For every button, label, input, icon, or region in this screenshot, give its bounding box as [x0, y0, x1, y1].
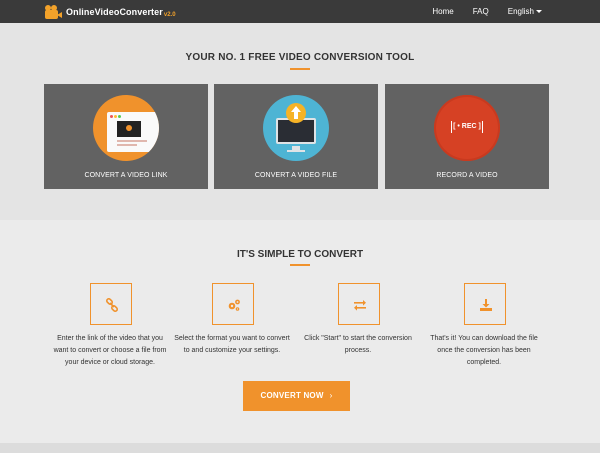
logo-version: v2.0 [163, 12, 176, 18]
logo-text: OnlineVideoConverter [66, 7, 163, 17]
convert-file-card[interactable]: Convert a video file [214, 84, 378, 189]
site-logo[interactable]: OnlineVideoConverter v2.0 [44, 3, 176, 21]
camera-icon [44, 4, 62, 20]
link-icon [90, 283, 132, 325]
monitor-upload-icon [263, 95, 329, 161]
nav-home[interactable]: Home [432, 7, 453, 16]
step-text: Enter the link of the video that you wan… [53, 335, 167, 366]
language-dropdown[interactable]: English [508, 7, 542, 16]
step-text: That's it! You can download the file onc… [430, 335, 538, 366]
main-nav: Home FAQ English [413, 0, 542, 23]
language-label: English [507, 7, 534, 16]
step-text: Click "Start" to start the conversion pr… [304, 335, 412, 354]
gears-icon [212, 283, 254, 325]
browser-video-icon [93, 95, 159, 161]
hero-section: YOUR NO. 1 FREE VIDEO CONVERSION TOOL Co… [0, 23, 600, 220]
steps-underline [290, 264, 310, 266]
hero-title: YOUR NO. 1 FREE VIDEO CONVERSION TOOL [185, 52, 415, 63]
footer-strip [0, 443, 600, 453]
title-underline [290, 68, 310, 70]
top-navbar: OnlineVideoConverter v2.0 Home FAQ Engli… [0, 0, 600, 23]
card-label: Record a video [436, 172, 498, 179]
swap-arrows-icon [338, 283, 380, 325]
convert-now-button[interactable]: CONVERT NOW › [243, 381, 350, 411]
card-label: Convert a video file [254, 172, 338, 179]
download-icon [464, 283, 506, 325]
convert-link-card[interactable]: Convert a video link [44, 84, 208, 189]
chevron-right-icon: › [329, 391, 333, 400]
rec-badge: [ • REC ] [451, 121, 483, 133]
step-text: Select the format you want to convert to… [174, 335, 290, 354]
cta-label: CONVERT NOW [260, 391, 324, 400]
nav-faq[interactable]: FAQ [473, 7, 489, 16]
record-video-card[interactable]: [ • REC ] Record a video [385, 84, 549, 189]
steps-title: IT'S SIMPLE TO CONVERT [236, 249, 364, 260]
card-label: Convert a video link [84, 172, 168, 179]
caret-down-icon [536, 10, 542, 14]
record-icon: [ • REC ] [434, 95, 500, 161]
